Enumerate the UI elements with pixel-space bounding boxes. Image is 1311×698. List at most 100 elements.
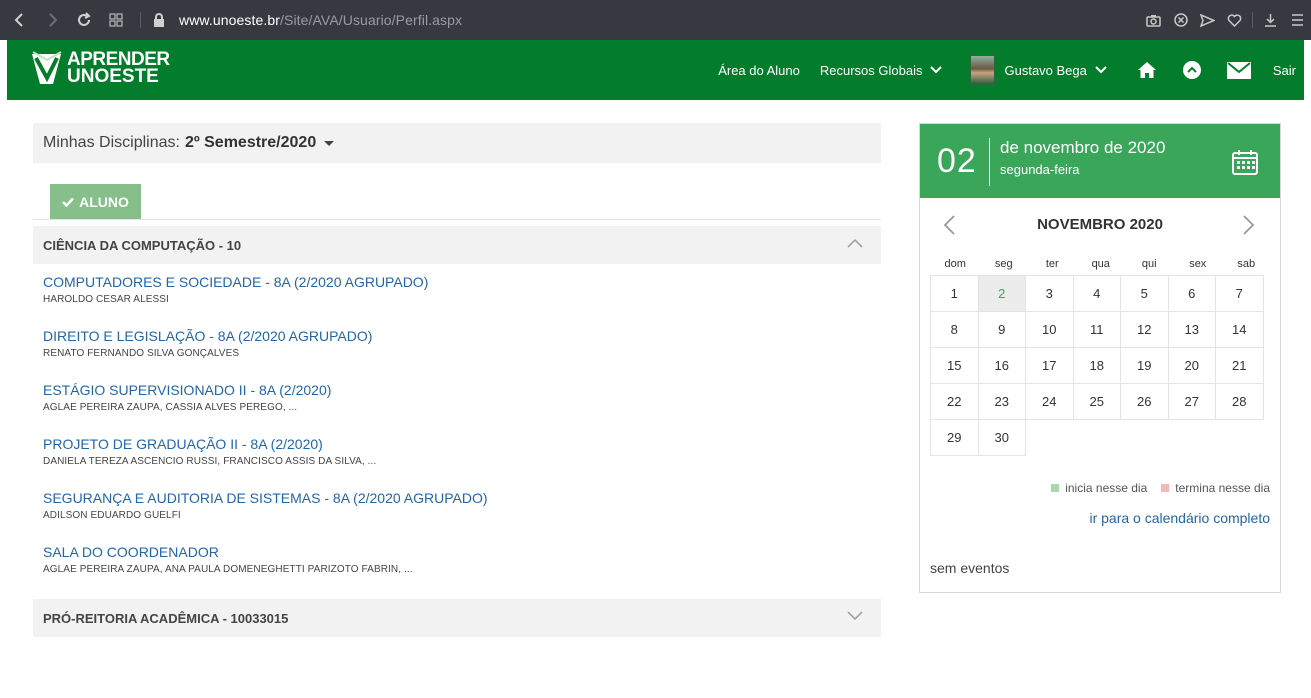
user-name: Gustavo Bega xyxy=(1004,62,1087,78)
legend-end-swatch xyxy=(1161,484,1170,492)
menu-area-aluno-label: Área do Aluno xyxy=(718,62,800,78)
reload-button[interactable] xyxy=(68,0,100,40)
menu-user[interactable]: Gustavo Bega xyxy=(970,40,1107,100)
calendar-day[interactable]: 16 xyxy=(977,347,1026,384)
calendar-day[interactable]: 27 xyxy=(1167,383,1216,420)
notifications-button[interactable] xyxy=(1182,40,1201,100)
tab-aluno[interactable]: ALUNO xyxy=(50,184,141,219)
calendar-day[interactable]: 24 xyxy=(1025,383,1074,420)
tabs-grid-icon[interactable] xyxy=(100,0,132,40)
calendar-day-empty xyxy=(1215,419,1264,456)
calendar-day[interactable]: 8 xyxy=(930,311,979,348)
calendar-day[interactable]: 9 xyxy=(977,311,1026,348)
course-item: SALA DO COORDENADOR AGLAE PEREIRA ZAUPA,… xyxy=(43,544,413,575)
calendar-day[interactable]: 12 xyxy=(1120,311,1169,348)
logo-line2: UNOESTE xyxy=(67,66,159,87)
group-header-ciencia-computacao[interactable]: CIÊNCIA DA COMPUTAÇÃO - 10 xyxy=(33,226,881,264)
url-path: /Site/AVA/Usuario/Perfil.aspx xyxy=(280,12,463,28)
course-link[interactable]: DIREITO E LEGISLAÇÃO - 8A (2/2020 AGRUPA… xyxy=(43,328,372,344)
course-professors: AGLAE PEREIRA ZAUPA, CASSIA ALVES PEREGO… xyxy=(43,402,298,413)
check-icon xyxy=(62,197,75,207)
messages-button[interactable] xyxy=(1226,40,1251,100)
calendar-day[interactable]: 5 xyxy=(1120,275,1169,312)
no-events-text: sem eventos xyxy=(930,560,1010,576)
chevron-up-icon xyxy=(847,238,863,248)
calendar-day[interactable]: 17 xyxy=(1025,347,1074,384)
calendar-day[interactable]: 23 xyxy=(977,383,1026,420)
calendar-grid: 1 2 3 4 5 6 7 8 9 10 11 12 13 14 15 16 1… xyxy=(930,275,1270,456)
calendar-day[interactable]: 1 xyxy=(930,275,979,312)
camera-icon[interactable] xyxy=(1140,0,1167,40)
legend-end-label: termina nesse dia xyxy=(1175,481,1270,495)
logout-button[interactable]: Sair xyxy=(1273,40,1296,100)
calendar-week: 1 2 3 4 5 6 7 xyxy=(930,275,1270,312)
course-link[interactable]: SALA DO COORDENADOR xyxy=(43,544,413,560)
download-icon[interactable] xyxy=(1257,0,1284,40)
calendar-day[interactable]: 11 xyxy=(1072,311,1121,348)
next-month-icon[interactable] xyxy=(1242,214,1256,236)
calendar-day[interactable]: 22 xyxy=(930,383,979,420)
calendar-day-empty xyxy=(1120,419,1169,456)
full-calendar-link[interactable]: ir para o calendário completo xyxy=(1089,510,1270,526)
calendar-icon[interactable] xyxy=(1231,148,1259,176)
calendar-month-title: NOVEMBRO 2020 xyxy=(1037,216,1163,233)
course-link[interactable]: COMPUTADORES E SOCIEDADE - 8A (2/2020 AG… xyxy=(43,274,428,290)
course-item: DIREITO E LEGISLAÇÃO - 8A (2/2020 AGRUPA… xyxy=(43,328,372,359)
calendar-day[interactable]: 7 xyxy=(1215,275,1264,312)
calendar-day[interactable]: 18 xyxy=(1072,347,1121,384)
calendar-day[interactable]: 10 xyxy=(1025,311,1074,348)
calendar-day[interactable]: 30 xyxy=(977,419,1026,456)
lock-icon[interactable] xyxy=(149,0,169,40)
aprender-unoeste-logo[interactable]: APRENDER UNOESTE xyxy=(31,50,170,86)
home-button[interactable] xyxy=(1137,40,1157,100)
calendar-day[interactable]: 3 xyxy=(1025,275,1074,312)
site-header: APRENDER UNOESTE Área do Aluno Recursos … xyxy=(7,40,1304,100)
calendar-day[interactable]: 19 xyxy=(1120,347,1169,384)
caret-down-icon xyxy=(324,140,335,146)
adblock-icon[interactable] xyxy=(1167,0,1194,40)
calendar-day[interactable]: 6 xyxy=(1167,275,1216,312)
chevron-down-icon xyxy=(847,611,863,621)
calendar-day[interactable]: 25 xyxy=(1072,383,1121,420)
group-header-pro-reitoria[interactable]: PRÓ-REITORIA ACADÊMICA - 10033015 xyxy=(33,599,881,637)
semester-label: Minhas Disciplinas: xyxy=(43,134,180,151)
course-professors: RENATO FERNANDO SILVA GONÇALVES xyxy=(43,348,240,359)
calendar-day[interactable]: 15 xyxy=(930,347,979,384)
calendar-day[interactable]: 14 xyxy=(1215,311,1264,348)
semester-selector[interactable]: Minhas Disciplinas: 2º Semestre/2020 xyxy=(33,123,881,163)
calendar-day[interactable]: 21 xyxy=(1215,347,1264,384)
menu-icon[interactable] xyxy=(1284,0,1311,40)
course-link[interactable]: SEGURANÇA E AUDITORIA DE SISTEMAS - 8A (… xyxy=(43,490,488,506)
tab-aluno-label: ALUNO xyxy=(79,193,129,210)
legend-start-swatch xyxy=(1051,484,1060,492)
course-professors: HAROLDO CESAR ALESSI xyxy=(43,294,169,305)
course-link[interactable]: PROJETO DE GRADUAÇÃO II - 8A (2/2020) xyxy=(43,436,376,452)
toolbar-divider xyxy=(140,12,141,28)
tab-divider xyxy=(33,219,881,220)
calendar-day[interactable]: 20 xyxy=(1167,347,1216,384)
menu-recursos-label: Recursos Globais xyxy=(819,62,923,78)
calendar-month-text: de novembro de 2020 xyxy=(1000,138,1166,157)
menu-area-aluno[interactable]: Área do Aluno xyxy=(718,40,800,100)
heart-icon[interactable] xyxy=(1221,0,1248,40)
calendar-day[interactable]: 13 xyxy=(1167,311,1216,348)
calendar-day[interactable]: 26 xyxy=(1120,383,1169,420)
calendar-day-empty xyxy=(1168,419,1217,456)
back-button[interactable] xyxy=(4,0,36,40)
course-link[interactable]: ESTÁGIO SUPERVISIONADO II - 8A (2/2020) xyxy=(43,382,331,398)
weekday-label: sab xyxy=(1237,258,1256,270)
calendar-day-selected[interactable]: 2 xyxy=(977,275,1026,312)
calendar-day[interactable]: 29 xyxy=(930,419,979,456)
send-icon[interactable] xyxy=(1194,0,1221,40)
menu-recursos-globais[interactable]: Recursos Globais xyxy=(820,40,943,100)
calendar-day-number: 02 xyxy=(937,142,977,180)
calendar-day[interactable]: 28 xyxy=(1215,383,1264,420)
calendar-week: 22 23 24 25 26 27 28 xyxy=(930,383,1270,420)
chevron-up-circle-icon xyxy=(1182,61,1201,79)
address-bar[interactable]: www.unoeste.br/Site/AVA/Usuario/Perfil.a… xyxy=(179,12,462,28)
course-item: COMPUTADORES E SOCIEDADE - 8A (2/2020 AG… xyxy=(43,274,428,305)
forward-button[interactable] xyxy=(36,0,68,40)
calendar-day[interactable]: 4 xyxy=(1072,275,1121,312)
calendar-widget: 02 de novembro de 2020 segunda-feira NOV… xyxy=(919,123,1281,593)
avatar xyxy=(970,55,996,85)
